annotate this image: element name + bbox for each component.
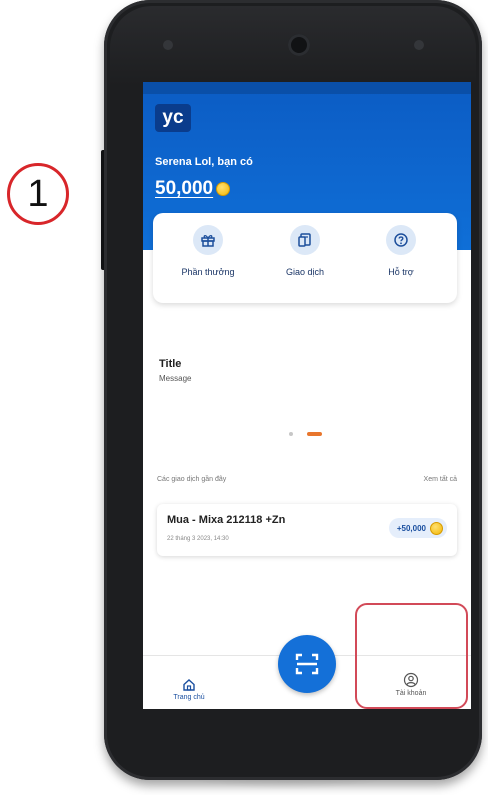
account-highlight-annotation	[355, 603, 468, 709]
home-icon	[183, 679, 195, 691]
scan-icon	[295, 653, 319, 675]
gift-icon	[193, 225, 223, 255]
recent-transactions-title: Các giao dịch gần đây	[157, 476, 227, 483]
help-icon	[386, 225, 416, 255]
transaction-amount-value: +50,000	[396, 523, 426, 533]
banner-title: Title	[159, 358, 182, 370]
nav-home-label: Trang chủ	[173, 694, 205, 701]
balance[interactable]: 50,000	[155, 178, 231, 200]
receipt-icon	[290, 225, 320, 255]
phone-sensor	[163, 40, 173, 50]
logo-text: yc	[162, 107, 184, 128]
banner-message: Message	[159, 374, 192, 383]
quick-action-support[interactable]: Hỗ trợ	[356, 225, 446, 277]
transaction-title: Mua - Mixa 212118 +Zn	[167, 514, 286, 526]
quick-action-rewards[interactable]: Phần thưởng	[163, 225, 253, 277]
phone-sensor	[414, 40, 424, 50]
scan-button[interactable]	[278, 635, 336, 693]
carousel-dot[interactable]	[289, 432, 293, 436]
transaction-item[interactable]: Mua - Mixa 212118 +Zn 22 tháng 3 2023, 1…	[157, 504, 457, 556]
transaction-amount: +50,000	[388, 518, 447, 538]
step-number: 1	[27, 172, 49, 215]
transaction-date: 22 tháng 3 2023, 14:30	[167, 536, 229, 542]
greeting-text: Serena Lol, bạn có	[155, 156, 253, 168]
app-logo: yc	[155, 104, 191, 132]
coin-icon	[430, 521, 443, 535]
balance-value: 50,000	[155, 178, 214, 199]
quick-action-transactions[interactable]: Giao dịch	[260, 225, 350, 277]
front-camera	[288, 34, 310, 56]
status-bar	[143, 82, 471, 94]
nav-home[interactable]: Trang chủ	[169, 678, 209, 701]
see-all-link[interactable]: Xem tất cả	[424, 476, 457, 483]
carousel-dot-active[interactable]	[307, 432, 322, 436]
quick-actions-card: Phần thưởng Giao dịch Hỗ trợ	[153, 213, 457, 303]
quick-action-label: Giao dịch	[285, 267, 325, 277]
step-number-badge: 1	[7, 163, 69, 225]
quick-action-label: Hỗ trợ	[388, 267, 414, 277]
quick-action-label: Phần thưởng	[181, 267, 235, 277]
coin-icon	[216, 181, 231, 196]
